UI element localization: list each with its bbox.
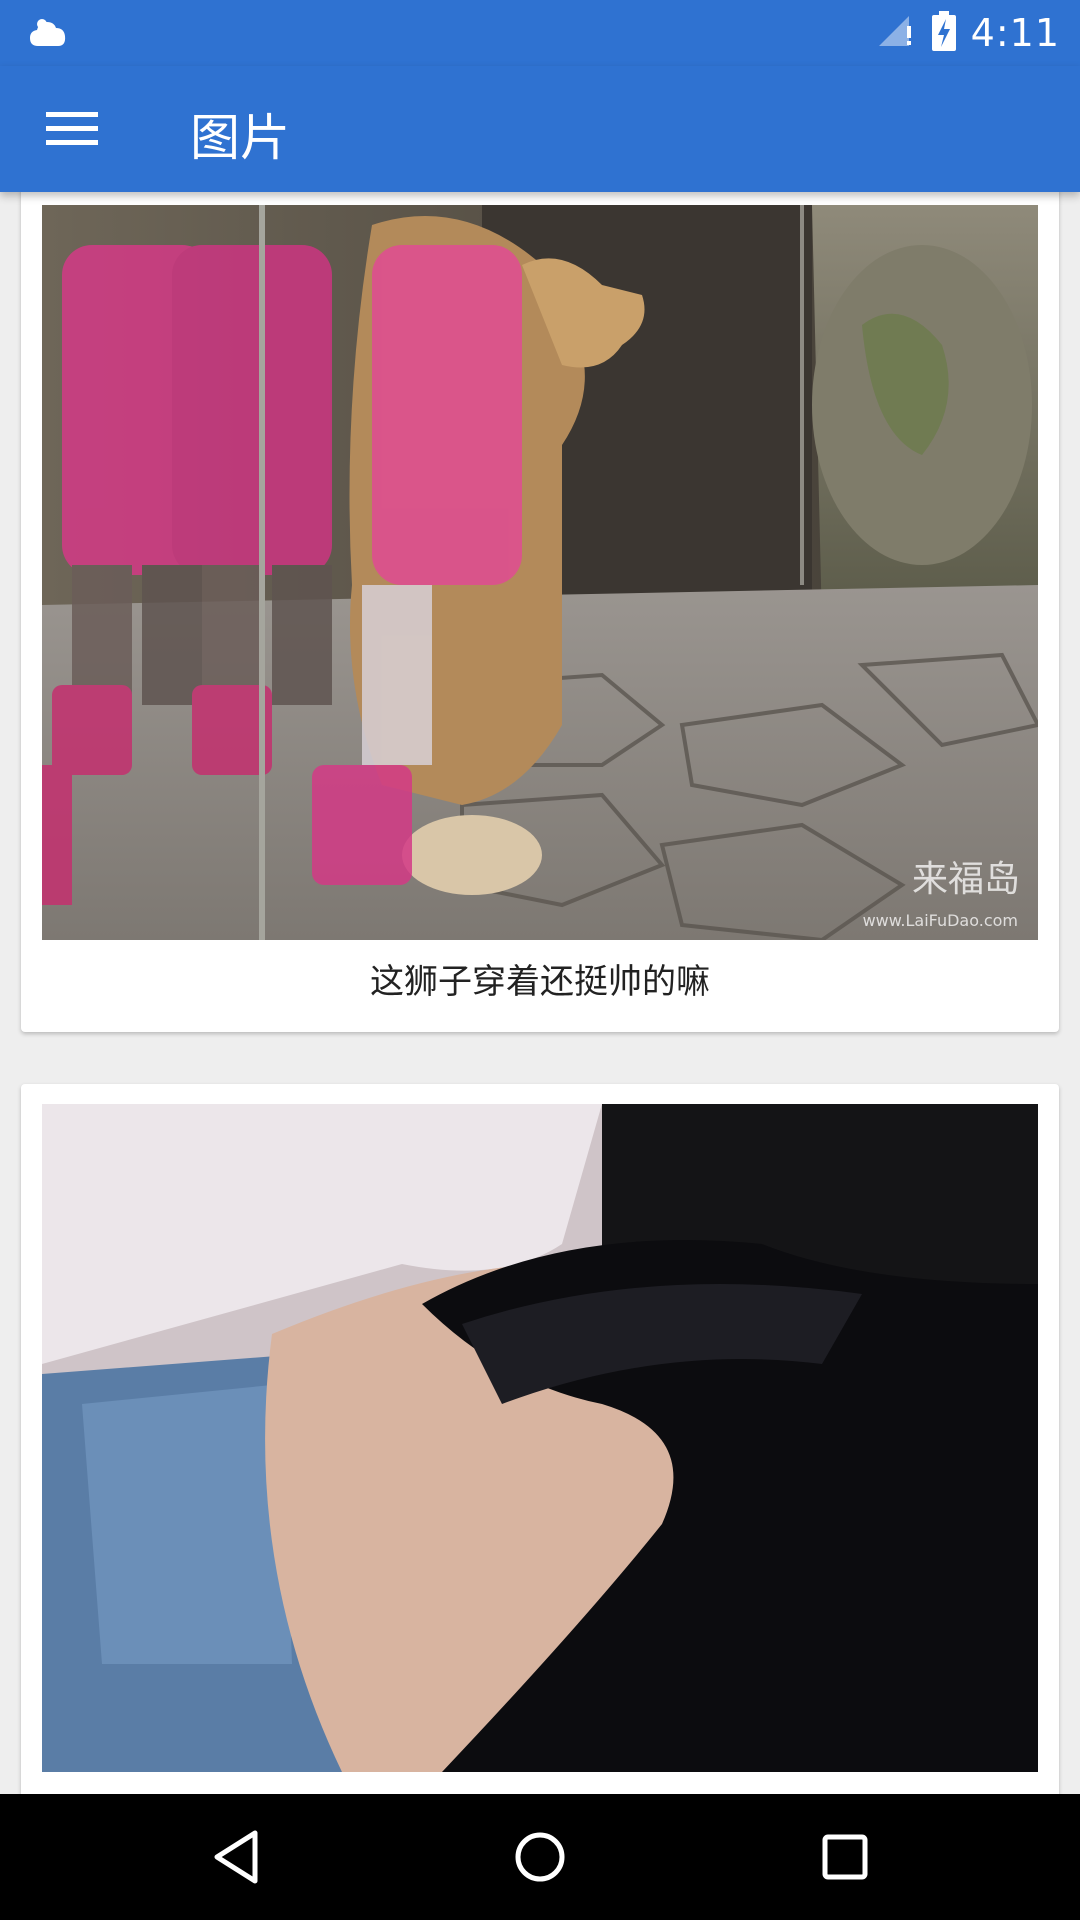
home-icon[interactable] [507, 1824, 573, 1890]
status-bar: 4:11 [0, 0, 1080, 66]
feed-card[interactable]: 来福岛 www.LaiFuDao.com 这狮子穿着还挺帅的嘛 [21, 192, 1059, 1032]
clock: 4:11 [970, 11, 1060, 55]
feed-image[interactable]: 来福岛 www.LaiFuDao.com [42, 205, 1038, 940]
feed-caption: 这狮子穿着还挺帅的嘛 [370, 962, 710, 1002]
cloud-icon [28, 16, 68, 50]
feed-image[interactable] [42, 1104, 1038, 1772]
feed-list[interactable]: 来福岛 www.LaiFuDao.com 这狮子穿着还挺帅的嘛 [0, 192, 1080, 1794]
hamburger-menu-icon[interactable] [36, 96, 108, 162]
battery-charging-icon [931, 11, 957, 55]
recents-icon[interactable] [812, 1824, 878, 1890]
signal-icon [877, 14, 917, 52]
watermark-url: www.LaiFuDao.com [862, 911, 1018, 930]
navigation-bar [0, 1794, 1080, 1920]
page-title: 图片 [190, 109, 290, 167]
feed-card[interactable] [21, 1084, 1059, 1794]
back-icon[interactable] [203, 1824, 269, 1890]
watermark: 来福岛 [911, 859, 1020, 900]
app-bar: 图片 [0, 66, 1080, 192]
